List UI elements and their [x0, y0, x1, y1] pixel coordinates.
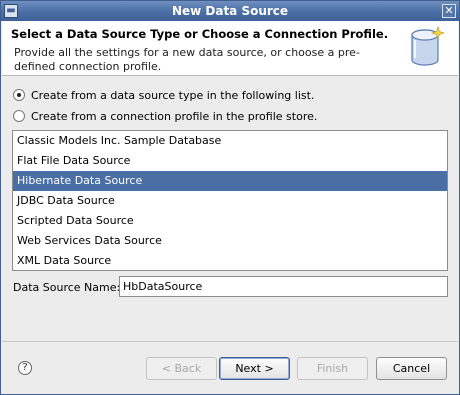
- list-item[interactable]: Flat File Data Source: [13, 151, 447, 171]
- help-icon[interactable]: ?: [18, 361, 32, 375]
- next-button[interactable]: Next >: [219, 357, 290, 380]
- back-button[interactable]: < Back: [146, 357, 217, 380]
- list-item[interactable]: Scripted Data Source: [13, 211, 447, 231]
- list-item[interactable]: Hibernate Data Source: [13, 171, 447, 191]
- new-data-source-dialog: ▬ New Data Source ✕ Select a Data Source…: [0, 0, 460, 395]
- database-icon: [411, 26, 445, 66]
- option-create-from-profile-label: Create from a connection profile in the …: [31, 109, 318, 123]
- window-title: New Data Source: [171, 4, 289, 18]
- list-item[interactable]: JDBC Data Source: [13, 191, 447, 211]
- page-title: Select a Data Source Type or Choose a Co…: [11, 27, 389, 41]
- close-icon[interactable]: ✕: [442, 4, 456, 18]
- page-description: Provide all the settings for a new data …: [14, 46, 360, 73]
- data-source-name-label: Data Source Name:: [13, 281, 121, 294]
- title-bar[interactable]: ▬ New Data Source ✕: [1, 1, 459, 21]
- radio-create-from-type[interactable]: [13, 89, 25, 101]
- list-item[interactable]: Web Services Data Source: [13, 231, 447, 251]
- list-item[interactable]: Classic Models Inc. Sample Database: [13, 131, 447, 151]
- option-create-from-type[interactable]: Create from a data source type in the fo…: [13, 87, 314, 103]
- radio-create-from-profile[interactable]: [13, 110, 25, 122]
- data-source-type-list[interactable]: Classic Models Inc. Sample Database Flat…: [12, 130, 448, 271]
- data-source-name-input[interactable]: [119, 276, 448, 297]
- list-item[interactable]: XML Data Source: [13, 251, 447, 271]
- button-bar-divider: [2, 341, 458, 342]
- cancel-button[interactable]: Cancel: [376, 357, 447, 380]
- option-create-from-type-label: Create from a data source type in the fo…: [31, 88, 315, 102]
- option-create-from-profile[interactable]: Create from a connection profile in the …: [13, 108, 317, 124]
- wizard-header: Select a Data Source Type or Choose a Co…: [2, 21, 458, 76]
- finish-button[interactable]: Finish: [297, 357, 368, 380]
